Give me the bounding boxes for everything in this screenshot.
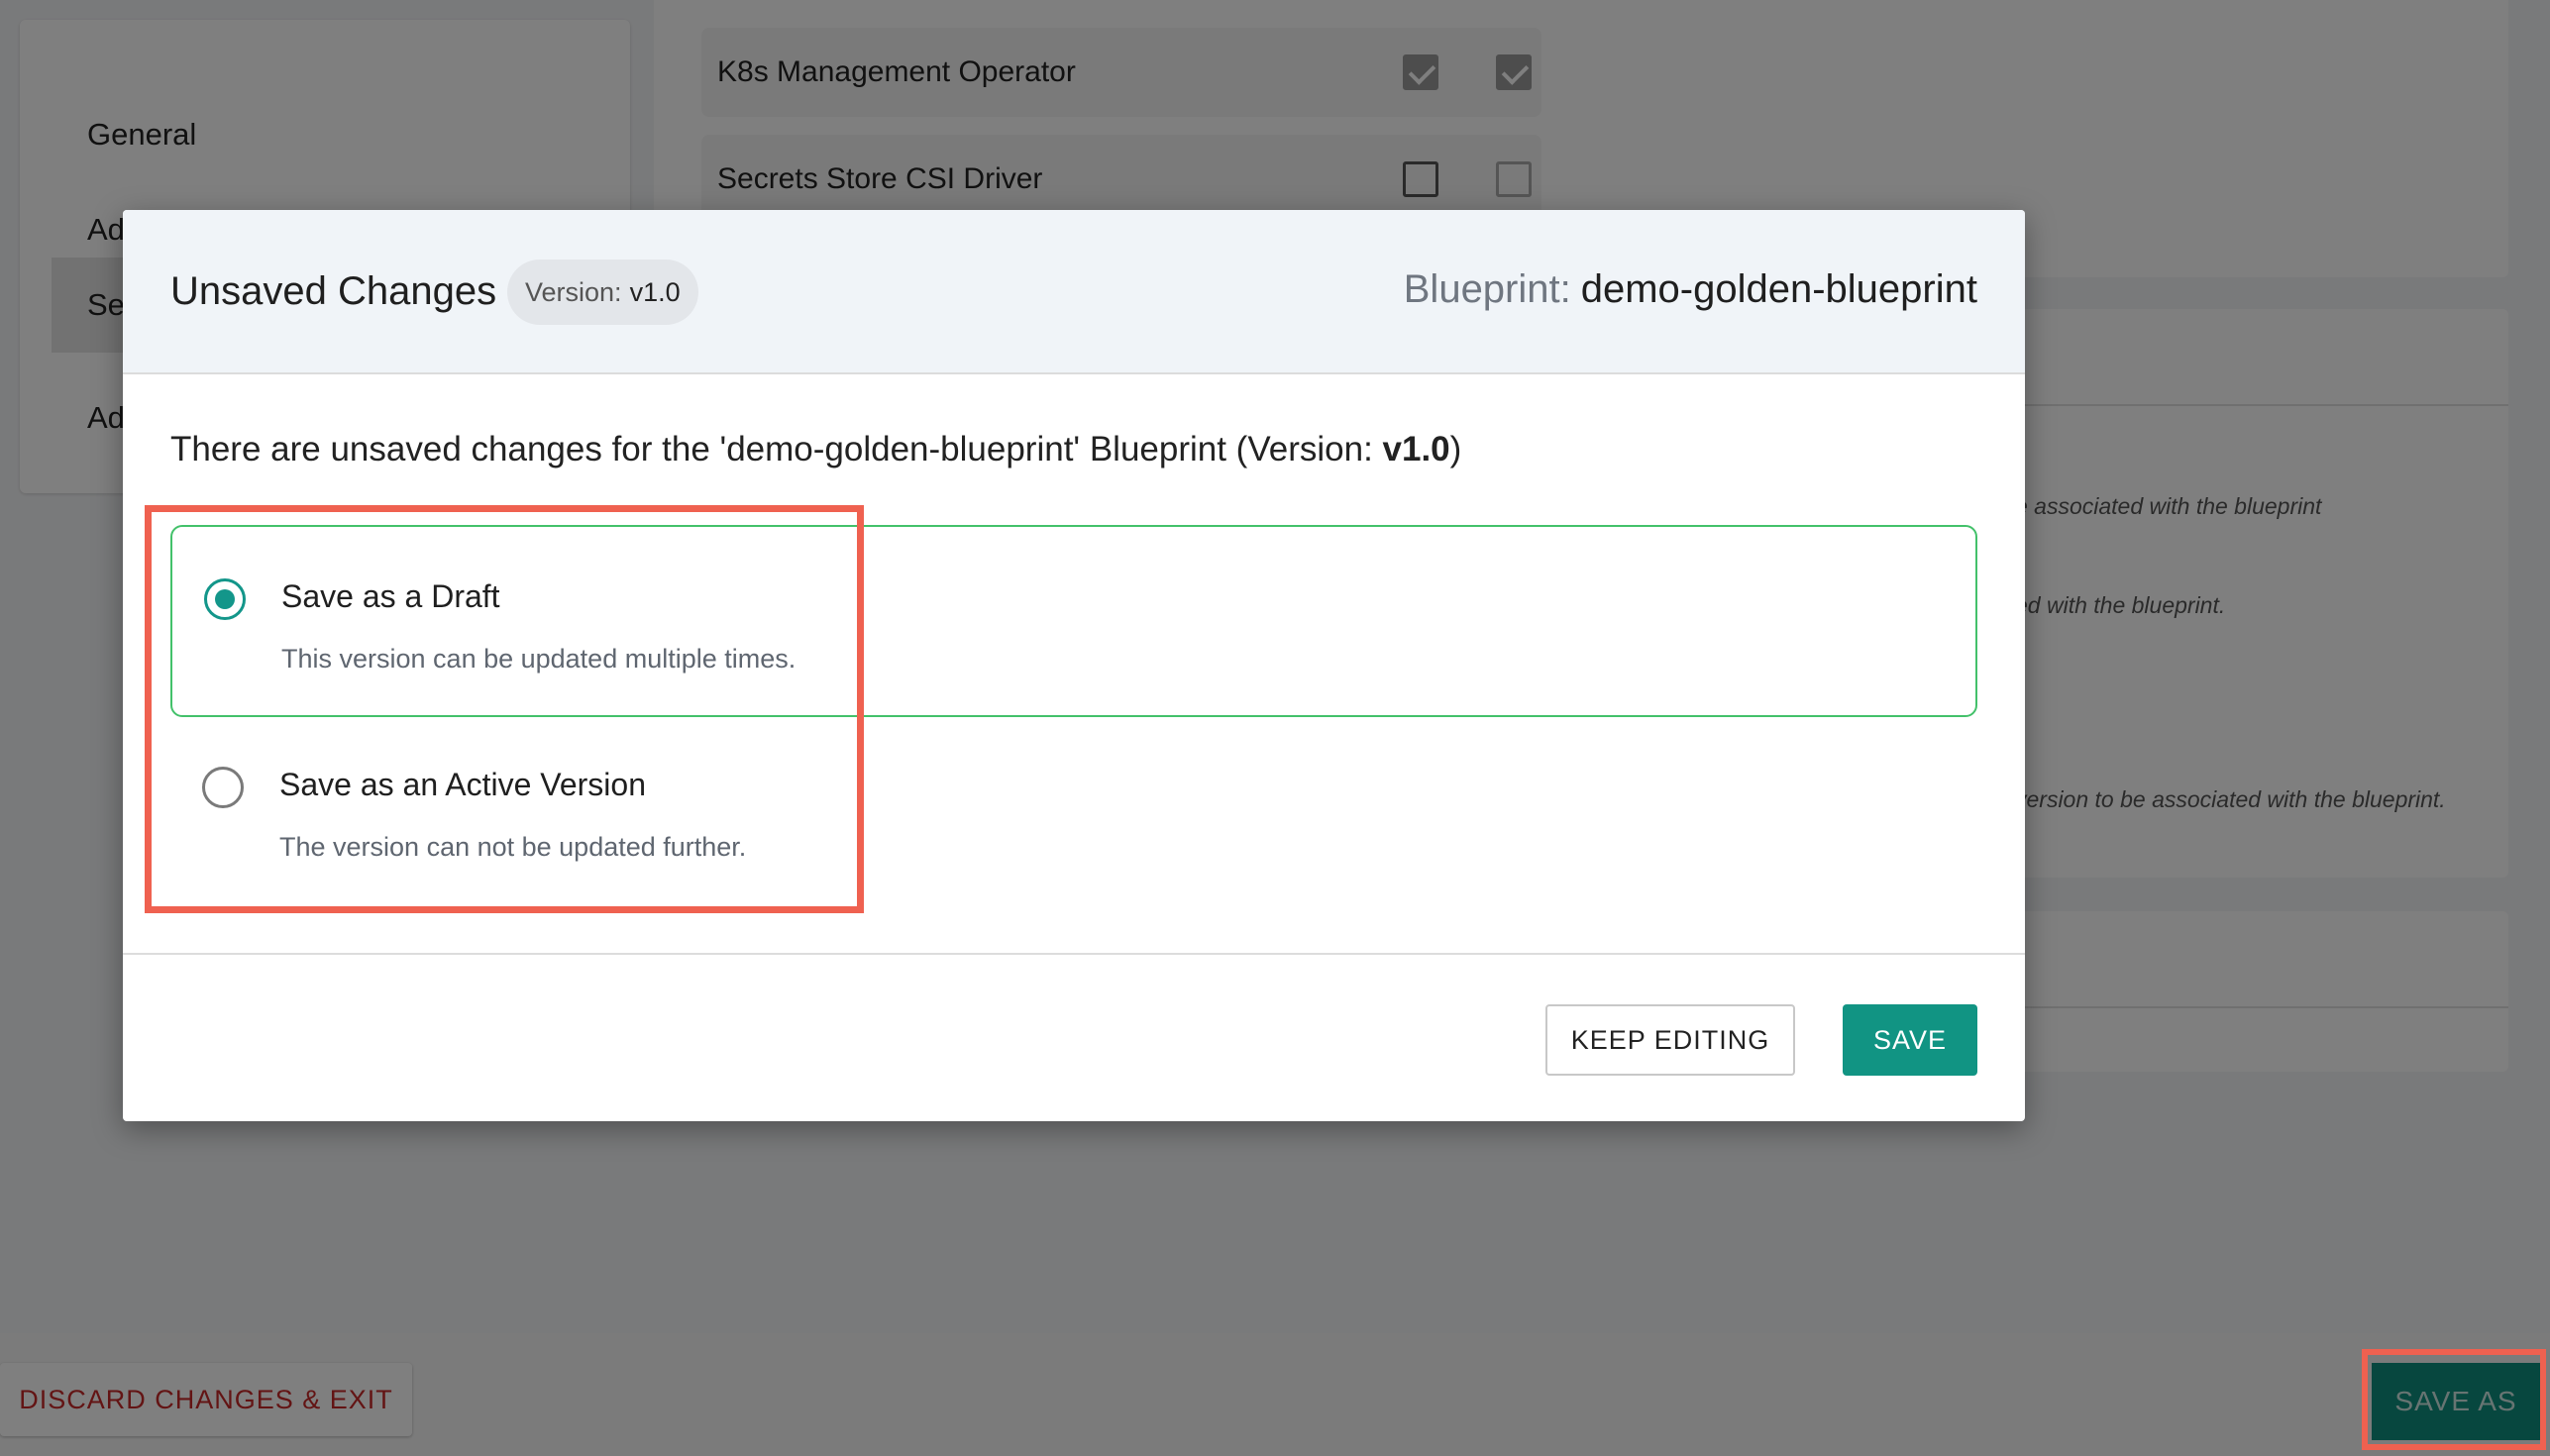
option-title: Save as an Active Version <box>279 767 646 802</box>
dialog-message: There are unsaved changes for the 'demo-… <box>170 430 1461 469</box>
version-badge-value: v1.0 <box>629 276 681 307</box>
option-description: The version can not be updated further. <box>279 832 747 862</box>
option-save-as-draft[interactable]: Save as a Draft This version can be upda… <box>170 525 1977 717</box>
message-prefix: There are unsaved changes for the 'demo-… <box>170 430 1383 468</box>
version-badge: Version: v1.0 <box>507 260 698 325</box>
dialog-footer: KEEP EDITING SAVE <box>123 953 2025 1121</box>
blueprint-name: demo-golden-blueprint <box>1580 267 1977 311</box>
blueprint-label: Blueprint: <box>1403 267 1571 311</box>
radio-draft[interactable] <box>204 578 246 620</box>
option-title: Save as a Draft <box>281 578 500 614</box>
unsaved-changes-dialog: Unsaved Changes Version: v1.0 Blueprint:… <box>123 210 2025 1121</box>
version-badge-label: Version: <box>525 276 622 307</box>
save-button[interactable]: SAVE <box>1843 1004 1977 1076</box>
option-save-as-active[interactable]: Save as an Active Version The version ca… <box>170 717 1977 905</box>
keep-editing-button[interactable]: KEEP EDITING <box>1545 1004 1795 1076</box>
page: General Add-Ons Services Advanced K8s Ma… <box>0 0 2550 1456</box>
option-description: This version can be updated multiple tim… <box>281 644 797 674</box>
dialog-header: Unsaved Changes Version: v1.0 Blueprint:… <box>123 210 2025 374</box>
message-suffix: ) <box>1449 430 1462 468</box>
dialog-title: Unsaved Changes <box>170 269 497 313</box>
blueprint-heading: Blueprint: demo-golden-blueprint <box>1404 267 1977 312</box>
radio-active[interactable] <box>202 767 244 808</box>
message-version: v1.0 <box>1382 430 1450 468</box>
